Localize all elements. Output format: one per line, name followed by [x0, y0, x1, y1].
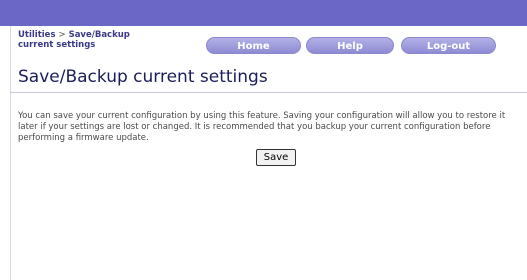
logout-button[interactable]: Log-out	[401, 37, 496, 54]
description-text: You can save your current configuration …	[18, 111, 506, 143]
breadcrumb-current-cont: current settings	[18, 40, 96, 50]
breadcrumb: Utilities > Save/Backup current settings	[18, 30, 168, 50]
top-banner	[0, 0, 527, 26]
breadcrumb-current: Save/Backup	[68, 30, 130, 40]
help-button[interactable]: Help	[306, 37, 394, 54]
page-title: Save/Backup current settings	[18, 67, 268, 87]
breadcrumb-separator: >	[58, 30, 66, 40]
title-divider	[10, 92, 527, 93]
home-button[interactable]: Home	[206, 37, 301, 54]
save-button[interactable]: Save	[256, 149, 296, 166]
breadcrumb-section[interactable]: Utilities	[18, 30, 56, 40]
